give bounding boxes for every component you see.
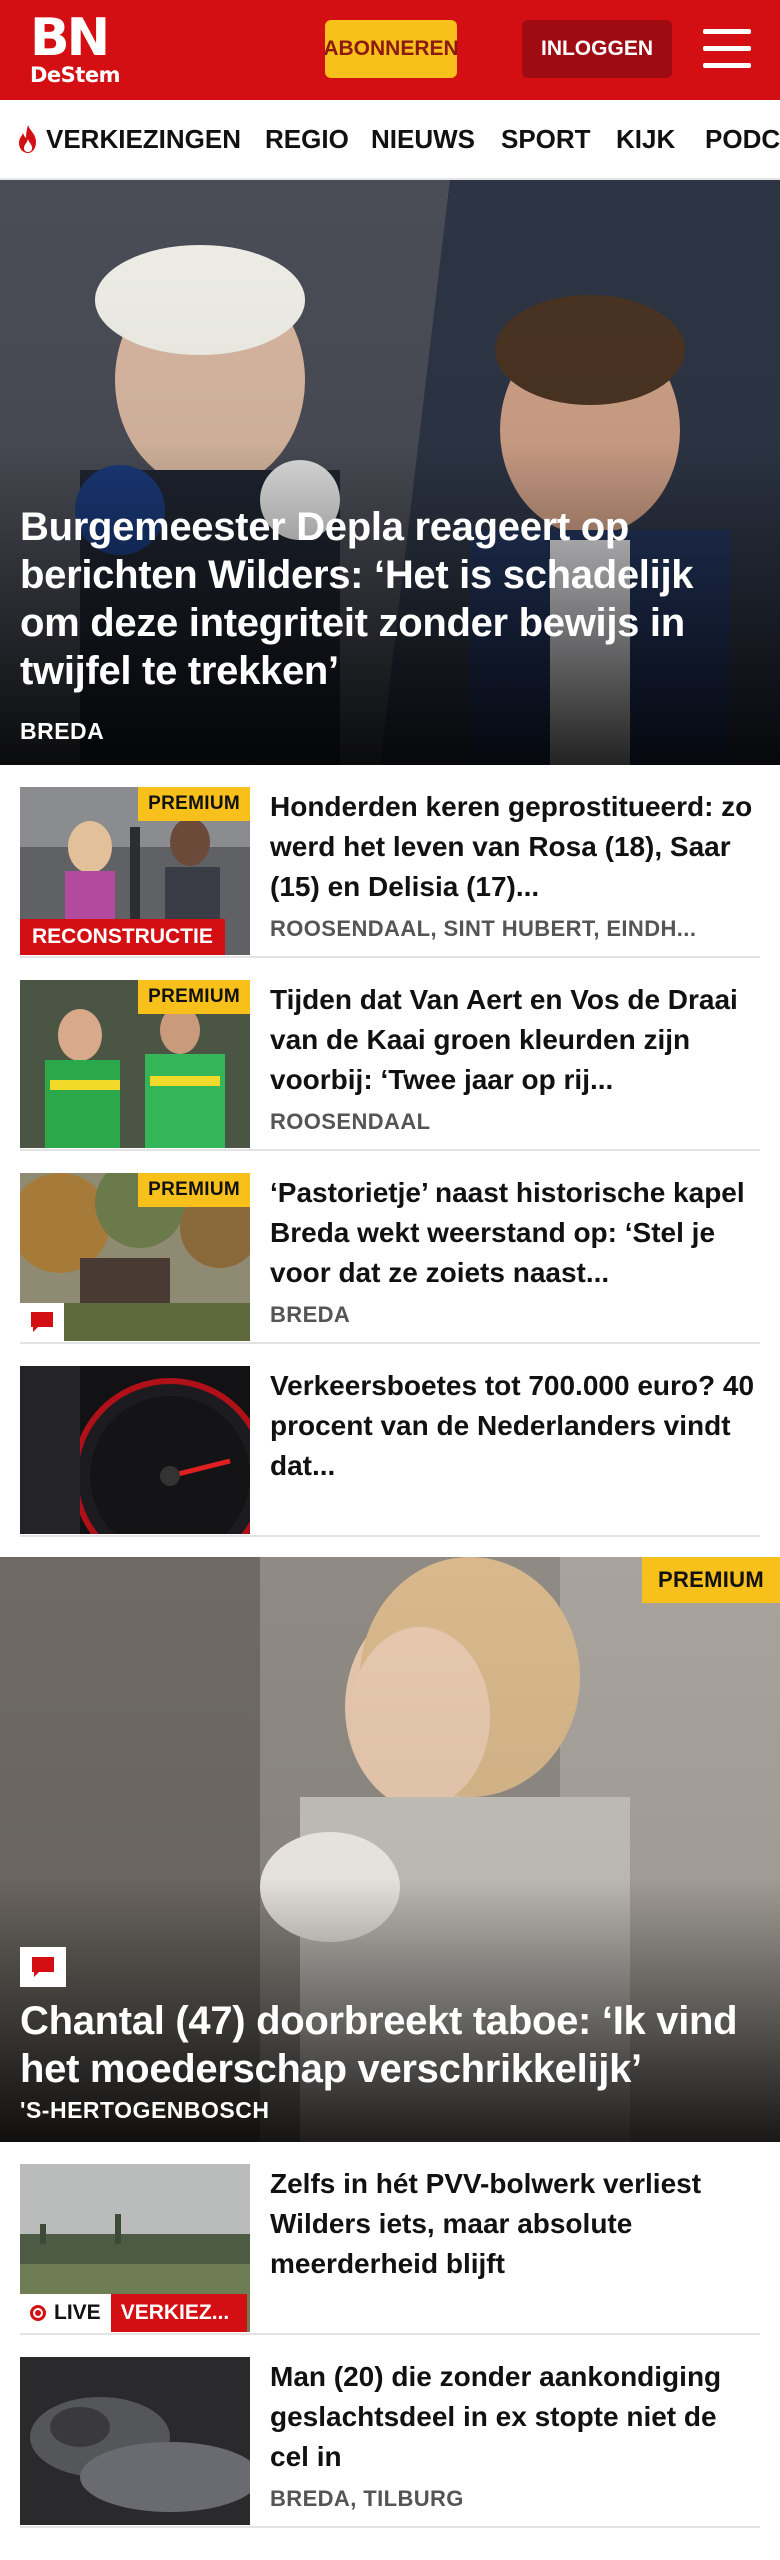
- article-location: BREDA, TILBURG: [270, 2486, 464, 2511]
- article-list: PREMIUM RECONSTRUCTIE Honderden keren ge…: [0, 765, 780, 1537]
- nav-item-label: PODC: [705, 123, 780, 154]
- hero-location: BREDA: [20, 718, 104, 745]
- article-title[interactable]: Zelfs in hét PVV-bolwerk verliest Wilder…: [270, 2164, 760, 2284]
- article-thumbnail: [20, 1366, 250, 1534]
- comment-badge: [20, 1947, 66, 1987]
- comment-badge: [20, 1303, 64, 1341]
- featured-article[interactable]: PREMIUM Chantal (47) doorbreekt taboe: ‘…: [0, 1557, 780, 2142]
- comment-icon: [31, 1312, 53, 1332]
- hamburger-menu-icon[interactable]: [703, 29, 751, 69]
- logo-bn-text: BN: [30, 8, 110, 68]
- featured-location: 'S-HERTOGENBOSCH: [20, 2097, 269, 2124]
- article-thumbnail: LIVE VERKIEZ...: [20, 2164, 250, 2332]
- reconstructie-badge: RECONSTRUCTIE: [20, 919, 225, 955]
- list-item[interactable]: Verkeersboetes tot 700.000 euro? 40 proc…: [20, 1344, 760, 1537]
- nav-item-kijk[interactable]: KIJK: [616, 100, 675, 178]
- nav-item-label: REGIO: [265, 123, 349, 154]
- article-thumbnail: PREMIUM RECONSTRUCTIE: [20, 787, 250, 955]
- premium-badge: PREMIUM: [642, 1557, 780, 1603]
- nav-item-verkiezingen[interactable]: VERKIEZINGEN: [16, 100, 241, 178]
- nav-item-label: KIJK: [616, 123, 676, 154]
- list-item[interactable]: PREMIUM ‘Pastorietje’ naast historische …: [20, 1151, 760, 1344]
- article-title[interactable]: Verkeersboetes tot 700.000 euro? 40 proc…: [270, 1366, 760, 1486]
- live-tag: LIVE: [20, 2294, 111, 2332]
- subscribe-button[interactable]: ABONNEREN: [323, 20, 459, 78]
- article-location: ROOSENDAAL: [270, 1109, 431, 1134]
- nav-item-regio[interactable]: REGIO: [265, 100, 349, 178]
- article-title[interactable]: Tijden dat Van Aert en Vos de Draai van …: [270, 980, 760, 1100]
- article-title[interactable]: Man (20) die zonder aankondiging geslach…: [270, 2357, 760, 2477]
- hero-title-block: Burgemeester Depla reageert op berichten…: [20, 503, 760, 695]
- flame-icon: [19, 125, 36, 153]
- login-button[interactable]: INLOGGEN: [522, 20, 672, 78]
- live-dot-icon: [30, 2305, 46, 2321]
- nav-item-label: NIEUWS: [371, 123, 475, 154]
- list-item[interactable]: LIVE VERKIEZ... Zelfs in hét PVV-bolwerk…: [20, 2142, 760, 2335]
- premium-badge: PREMIUM: [138, 787, 250, 821]
- site-header: BN DeStem ABONNEREN INLOGGEN: [0, 0, 780, 100]
- article-list-2: LIVE VERKIEZ... Zelfs in hét PVV-bolwerk…: [0, 2142, 780, 2528]
- list-item[interactable]: Man (20) die zonder aankondiging geslach…: [20, 2335, 760, 2528]
- live-label: LIVE: [54, 2301, 101, 2324]
- nav-item-nieuws[interactable]: NIEUWS: [371, 100, 475, 178]
- article-title[interactable]: Honderden keren geprostitueerd: zo werd …: [270, 787, 760, 907]
- featured-location-text: 'S-HERTOGENBOSCH: [20, 2097, 270, 2123]
- article-thumbnail: PREMIUM: [20, 1173, 250, 1341]
- logo-destem-text: DeStem: [30, 63, 120, 87]
- main-nav: VERKIEZINGEN REGIO NIEUWS SPORT KIJK POD…: [0, 100, 780, 180]
- premium-badge: PREMIUM: [138, 1173, 250, 1207]
- nav-item-label: VERKIEZINGEN: [46, 123, 242, 154]
- hero-article[interactable]: Burgemeester Depla reageert op berichten…: [0, 180, 780, 765]
- nav-item-label: SPORT: [501, 123, 591, 154]
- article-title[interactable]: ‘Pastorietje’ naast historische kapel Br…: [270, 1173, 760, 1293]
- nav-item-sport[interactable]: SPORT: [501, 100, 591, 178]
- article-location: ROOSENDAAL, SINT HUBERT, EINDH...: [270, 916, 697, 941]
- live-bar: LIVE VERKIEZ...: [20, 2294, 247, 2332]
- featured-title[interactable]: Chantal (47) doorbreekt taboe: ‘Ik vind …: [20, 1997, 770, 2093]
- category-tag: VERKIEZ...: [110, 2294, 247, 2332]
- list-item[interactable]: PREMIUM Tijden dat Van Aert en Vos de Dr…: [20, 958, 760, 1151]
- hero-title[interactable]: Burgemeester Depla reageert op berichten…: [20, 503, 760, 695]
- list-item[interactable]: PREMIUM RECONSTRUCTIE Honderden keren ge…: [20, 765, 760, 958]
- article-thumbnail: [20, 2357, 250, 2525]
- hero-location-text: BREDA: [20, 718, 105, 744]
- premium-badge: PREMIUM: [138, 980, 250, 1014]
- comment-icon: [32, 1957, 54, 1977]
- nav-item-podcasts[interactable]: PODC: [705, 100, 780, 178]
- article-thumbnail: PREMIUM: [20, 980, 250, 1148]
- site-logo[interactable]: BN DeStem: [30, 8, 120, 87]
- article-location: BREDA: [270, 1302, 351, 1327]
